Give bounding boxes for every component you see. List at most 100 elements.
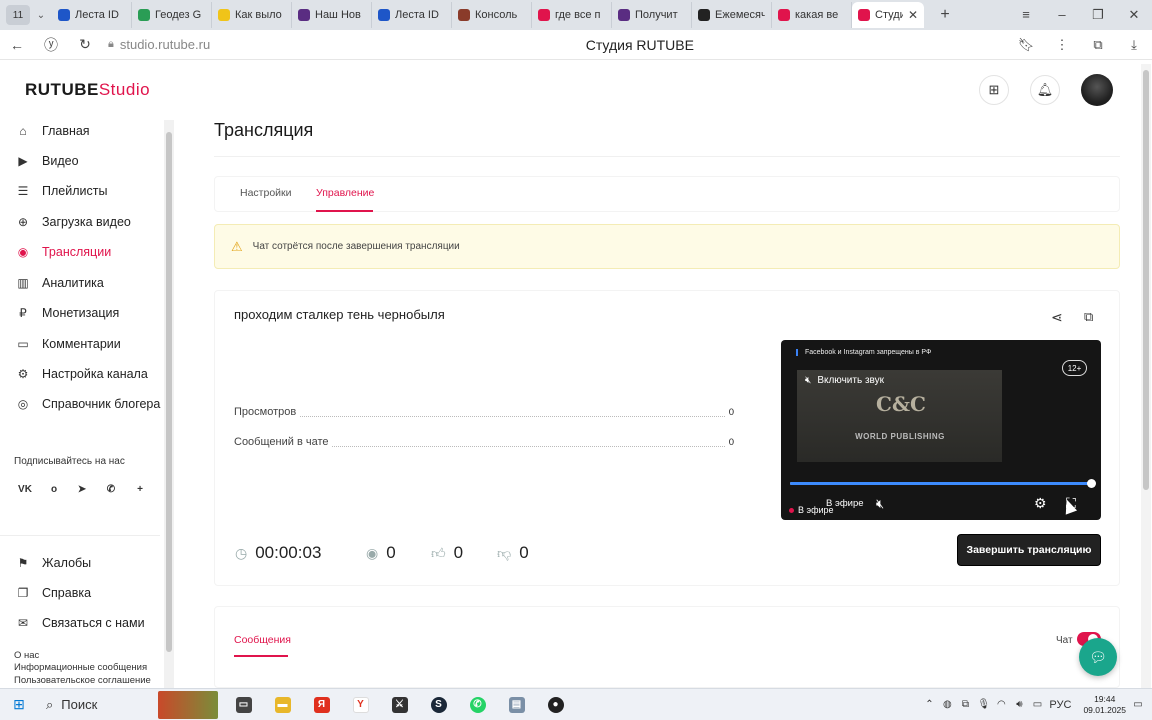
sidebar-scroll-thumb[interactable]: [166, 132, 172, 652]
collections-icon[interactable]: ⧉: [1080, 37, 1116, 53]
more-socials-icon[interactable]: +: [131, 481, 149, 497]
add-content-icon[interactable]: ⊞: [979, 75, 1009, 105]
notifications-bell-icon[interactable]: 🔔︎: [1030, 75, 1060, 105]
browser-tab[interactable]: Леста ID: [372, 2, 452, 28]
sidebar-item[interactable]: ☰ Плейлисты: [16, 181, 108, 201]
yandex-icon[interactable]: ⓨ: [34, 35, 68, 55]
ok-icon[interactable]: ᴏ: [45, 481, 63, 497]
browser-tab[interactable]: где все п: [532, 2, 612, 28]
yandex-app-icon[interactable]: Я: [302, 689, 341, 720]
tab-close-icon[interactable]: ✕: [908, 8, 918, 22]
tray-chevron-icon[interactable]: ⌃: [923, 699, 935, 710]
player-mute-icon[interactable]: 🔇︎: [876, 496, 884, 512]
browser-tab[interactable]: какая ве: [772, 2, 852, 28]
close-window-icon[interactable]: ✕: [1116, 7, 1152, 23]
browser-tab[interactable]: Ежемесяч: [692, 2, 772, 28]
vk-icon[interactable]: VK: [16, 481, 34, 497]
sidebar-scrollbar[interactable]: [164, 120, 174, 688]
taskbar-app-icon[interactable]: ⚔: [380, 689, 419, 720]
downloads-icon[interactable]: ⤓: [1116, 37, 1152, 53]
tray-wifi-icon[interactable]: ◠: [995, 699, 1007, 710]
tab-label: какая ве: [795, 9, 839, 21]
end-stream-button[interactable]: Завершить трансляцию: [957, 534, 1101, 566]
tab-count-badge[interactable]: 11: [6, 5, 30, 25]
browser-tab[interactable]: Консоль: [452, 2, 532, 28]
more-dots-icon[interactable]: ⋮: [1044, 37, 1080, 53]
browser-tab[interactable]: Студи ✕: [852, 2, 924, 28]
minimize-icon[interactable]: –: [1044, 7, 1080, 23]
page-scrollbar[interactable]: [1141, 64, 1151, 688]
sidebar-item[interactable]: ✉ Связаться с нами: [16, 613, 145, 633]
tab-list-chevron-icon[interactable]: ⌄: [30, 10, 52, 21]
browser-tabs: Леста ID Геодез G Как выло Наш Нов Леста ID К…: [52, 0, 924, 30]
help-icon: ❐: [17, 586, 29, 600]
tab-label: Леста ID: [395, 9, 439, 21]
footer-link[interactable]: Информационные сообщения: [14, 662, 147, 673]
new-tab-plus-icon[interactable]: +: [932, 6, 958, 24]
sidebar-item[interactable]: ▭ Комментарии: [16, 334, 120, 354]
sidebar-item-label: Трансляции: [42, 245, 112, 259]
telegram-icon[interactable]: ➤: [73, 481, 91, 497]
viber-icon[interactable]: ✆: [102, 481, 120, 497]
footer-link[interactable]: Пользовательское соглашение: [14, 675, 151, 686]
sidebar-item[interactable]: ▥ Аналитика: [16, 273, 104, 293]
windows-start-icon[interactable]: ⊞: [0, 696, 38, 713]
external-link-icon[interactable]: ⧉: [1084, 309, 1093, 325]
support-chat-button[interactable]: 💬︎: [1079, 638, 1117, 676]
sidebar-item[interactable]: ❐ Справка: [16, 583, 91, 603]
messages-tab-underline: [234, 655, 288, 657]
sidebar-item[interactable]: ₽ Монетизация: [16, 303, 119, 323]
player-progress-knob[interactable]: [1087, 479, 1096, 488]
sidebar-item-label: Главная: [42, 124, 90, 138]
stream-preview-player[interactable]: [781, 340, 1101, 520]
reload-icon[interactable]: ↻: [68, 36, 102, 53]
tab-menu-icon[interactable]: ≡: [1008, 7, 1044, 23]
steam-icon[interactable]: S: [419, 689, 458, 720]
browser-tab[interactable]: Как выло: [212, 2, 292, 28]
back-arrow-icon[interactable]: ←: [0, 37, 34, 53]
player-settings-gear-icon[interactable]: ⚙: [1034, 495, 1047, 512]
browser-tab[interactable]: Наш Нов: [292, 2, 372, 28]
tray-mic-icon[interactable]: 🎙︎: [977, 699, 990, 710]
sidebar-item[interactable]: ◉ Трансляции: [16, 242, 111, 262]
url-field[interactable]: studio.rutube.ru: [120, 37, 460, 52]
tray-volume-icon[interactable]: 🔊︎: [1013, 699, 1025, 710]
tab-control[interactable]: Управление: [316, 187, 374, 199]
taskbar-app2-icon[interactable]: ▤: [497, 689, 536, 720]
tray-app-icon[interactable]: ◍: [941, 699, 953, 710]
unmute-button[interactable]: 🔇︎ Включить звук: [805, 375, 884, 386]
tray-network-icon[interactable]: ⧉: [959, 699, 971, 710]
taskbar-clock[interactable]: 19:44 09.01.2025: [1083, 694, 1126, 716]
sidebar-item[interactable]: ▶ Видео: [16, 151, 78, 171]
sidebar-item[interactable]: ⚙ Настройка канала: [16, 364, 148, 384]
tab-messages[interactable]: Сообщения: [234, 634, 291, 646]
page-scroll-thumb[interactable]: [1143, 70, 1149, 490]
taskbar-search[interactable]: ⌕ Поиск: [38, 689, 158, 720]
avatar[interactable]: [1081, 74, 1113, 106]
sidebar-item[interactable]: ◎ Справочник блогера: [16, 394, 161, 414]
whatsapp-icon[interactable]: ✆: [458, 689, 497, 720]
sidebar-item[interactable]: ⚑ Жалобы: [16, 553, 92, 573]
browser-tab[interactable]: Леста ID: [52, 2, 132, 28]
tray-battery-icon[interactable]: ▭: [1031, 699, 1043, 710]
tab-settings[interactable]: Настройки: [240, 187, 292, 199]
sidebar-item[interactable]: ⊕ Загрузка видео: [16, 212, 131, 232]
taskbar-news-widget[interactable]: [158, 690, 218, 719]
file-explorer-icon[interactable]: ▬: [263, 689, 302, 720]
sidebar-item[interactable]: ⌂ Главная: [16, 121, 90, 141]
yandex-browser-icon[interactable]: Y: [341, 689, 380, 720]
chat-warning-banner: ⚠ Чат сотрётся после завершения трансляц…: [214, 224, 1120, 269]
tab-favicon-icon: [298, 9, 310, 21]
browser-tab[interactable]: Геодез G: [132, 2, 212, 28]
footer-link[interactable]: О нас: [14, 650, 39, 661]
bookmark-icon[interactable]: 🔖︎: [1008, 37, 1044, 53]
share-icon[interactable]: ⋖: [1051, 309, 1063, 326]
task-view-icon[interactable]: ▭: [224, 689, 263, 720]
rutube-studio-logo[interactable]: RUTUBEStudio: [25, 80, 150, 100]
restore-icon[interactable]: ❐: [1080, 7, 1116, 23]
obs-icon[interactable]: ●: [536, 689, 575, 720]
language-indicator[interactable]: РУС: [1049, 699, 1071, 711]
notifications-icon[interactable]: ▭: [1132, 699, 1144, 710]
browser-tab[interactable]: Получит: [612, 2, 692, 28]
metric-dislikes: 👎︎ 0: [497, 543, 529, 563]
